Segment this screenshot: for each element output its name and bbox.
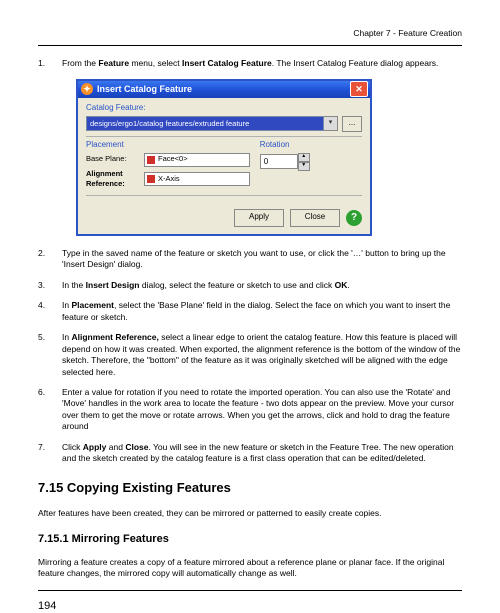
t: Placement — [71, 300, 114, 310]
t: Insert Catalog Feature — [182, 58, 272, 68]
browse-button[interactable]: ... — [342, 116, 362, 132]
help-icon[interactable]: ? — [346, 210, 362, 226]
base-plane-input[interactable]: Face<0> — [144, 153, 250, 167]
close-icon[interactable]: ✕ — [350, 81, 368, 97]
t: Reference: — [86, 179, 125, 188]
alignment-ref-input[interactable]: X-Axis — [144, 172, 250, 186]
spinner-down-icon[interactable]: ▼ — [298, 162, 310, 171]
step-3: 3. In the Insert Design dialog, select t… — [38, 280, 462, 291]
t: In the — [62, 280, 86, 290]
rotation-area: 0 ▲ ▼ — [260, 153, 362, 171]
step-text: From the Feature menu, select Insert Cat… — [62, 58, 462, 69]
t: , select the 'Base Plane' field in the d… — [62, 300, 450, 321]
base-plane-label: Base Plane: — [86, 154, 144, 164]
t: Close — [125, 442, 148, 452]
spinner-up-icon[interactable]: ▲ — [298, 153, 310, 162]
step-text: Type in the saved name of the feature or… — [62, 248, 462, 271]
t: dialog, select the feature or sketch to … — [140, 280, 335, 290]
step-6: 6. Enter a value for rotation if you nee… — [38, 387, 462, 433]
section-body-7-15-1: Mirroring a feature creates a copy of a … — [38, 557, 462, 580]
catalog-feature-dropdown[interactable]: designs/ergo1/catalog features/extruded … — [86, 116, 324, 131]
step-num: 7. — [38, 442, 62, 465]
step-num: 1. — [38, 58, 62, 69]
step-text: In the Insert Design dialog, select the … — [62, 280, 462, 291]
rotation-label: Rotation — [260, 140, 362, 151]
step-7: 7. Click Apply and Close. You will see i… — [38, 442, 462, 465]
dialog-body: Catalog Feature: designs/ergo1/catalog f… — [78, 98, 370, 234]
insert-catalog-feature-dialog: ✦ Insert Catalog Feature ✕ Catalog Featu… — [76, 79, 372, 236]
pointer-icon — [147, 175, 155, 183]
chevron-down-icon[interactable]: ▾ — [324, 116, 338, 131]
catalog-feature-label: Catalog Feature: — [86, 103, 362, 114]
t: menu, select — [129, 58, 182, 68]
placement-left: Placement Base Plane: Face<0> Alignment … — [86, 140, 250, 191]
t: Feature — [98, 58, 129, 68]
dialog-buttons: Apply Close ? — [86, 204, 362, 227]
t: Apply — [83, 442, 107, 452]
t: . The Insert Catalog Feature dialog appe… — [272, 58, 439, 68]
base-plane-value: Face<0> — [158, 154, 188, 164]
step-num: 3. — [38, 280, 62, 291]
step-num: 2. — [38, 248, 62, 271]
close-button[interactable]: Close — [290, 209, 340, 227]
step-num: 5. — [38, 332, 62, 378]
page-number: 194 — [38, 599, 462, 613]
step-text: In Alignment Reference, select a linear … — [62, 332, 462, 378]
placement-area: Placement Base Plane: Face<0> Alignment … — [86, 140, 362, 191]
step-5: 5. In Alignment Reference, select a line… — [38, 332, 462, 378]
step-4: 4. In Placement, select the 'Base Plane'… — [38, 300, 462, 323]
rotation-spinner[interactable]: ▲ ▼ — [298, 153, 310, 171]
divider — [86, 195, 362, 196]
t: and — [106, 442, 125, 452]
alignment-ref-label: Alignment Reference: — [86, 169, 144, 189]
step-text: Click Apply and Close. You will see in t… — [62, 442, 462, 465]
header-divider — [38, 45, 462, 46]
t: Insert Design — [86, 280, 140, 290]
catalog-row: designs/ergo1/catalog features/extruded … — [86, 116, 362, 132]
rotation-input[interactable]: 0 — [260, 154, 298, 169]
step-num: 4. — [38, 300, 62, 323]
pointer-icon — [147, 156, 155, 164]
apply-button[interactable]: Apply — [234, 209, 284, 227]
dialog-title: Insert Catalog Feature — [97, 83, 350, 95]
section-heading-7-15: 7.15 Copying Existing Features — [38, 479, 462, 497]
step-num: 6. — [38, 387, 62, 433]
dialog-titlebar[interactable]: ✦ Insert Catalog Feature ✕ — [78, 81, 370, 98]
t: Click — [62, 442, 83, 452]
t: . — [347, 280, 349, 290]
placement-right: Rotation 0 ▲ ▼ — [250, 140, 362, 191]
step-2: 2. Type in the saved name of the feature… — [38, 248, 462, 271]
app-icon: ✦ — [81, 83, 93, 95]
footer-divider — [38, 590, 462, 591]
step-text: In Placement, select the 'Base Plane' fi… — [62, 300, 462, 323]
t: Alignment — [86, 169, 123, 178]
t: OK — [335, 280, 348, 290]
alignment-ref-value: X-Axis — [158, 174, 180, 184]
step-text: Enter a value for rotation if you need t… — [62, 387, 462, 433]
t: Alignment Reference, — [71, 332, 158, 342]
divider — [86, 136, 362, 137]
step-1: 1. From the Feature menu, select Insert … — [38, 58, 462, 69]
t: From the — [62, 58, 98, 68]
section-body-7-15: After features have been created, they c… — [38, 508, 462, 519]
chapter-header: Chapter 7 - Feature Creation — [38, 28, 462, 39]
placement-label: Placement — [86, 140, 250, 151]
section-heading-7-15-1: 7.15.1 Mirroring Features — [38, 532, 462, 547]
